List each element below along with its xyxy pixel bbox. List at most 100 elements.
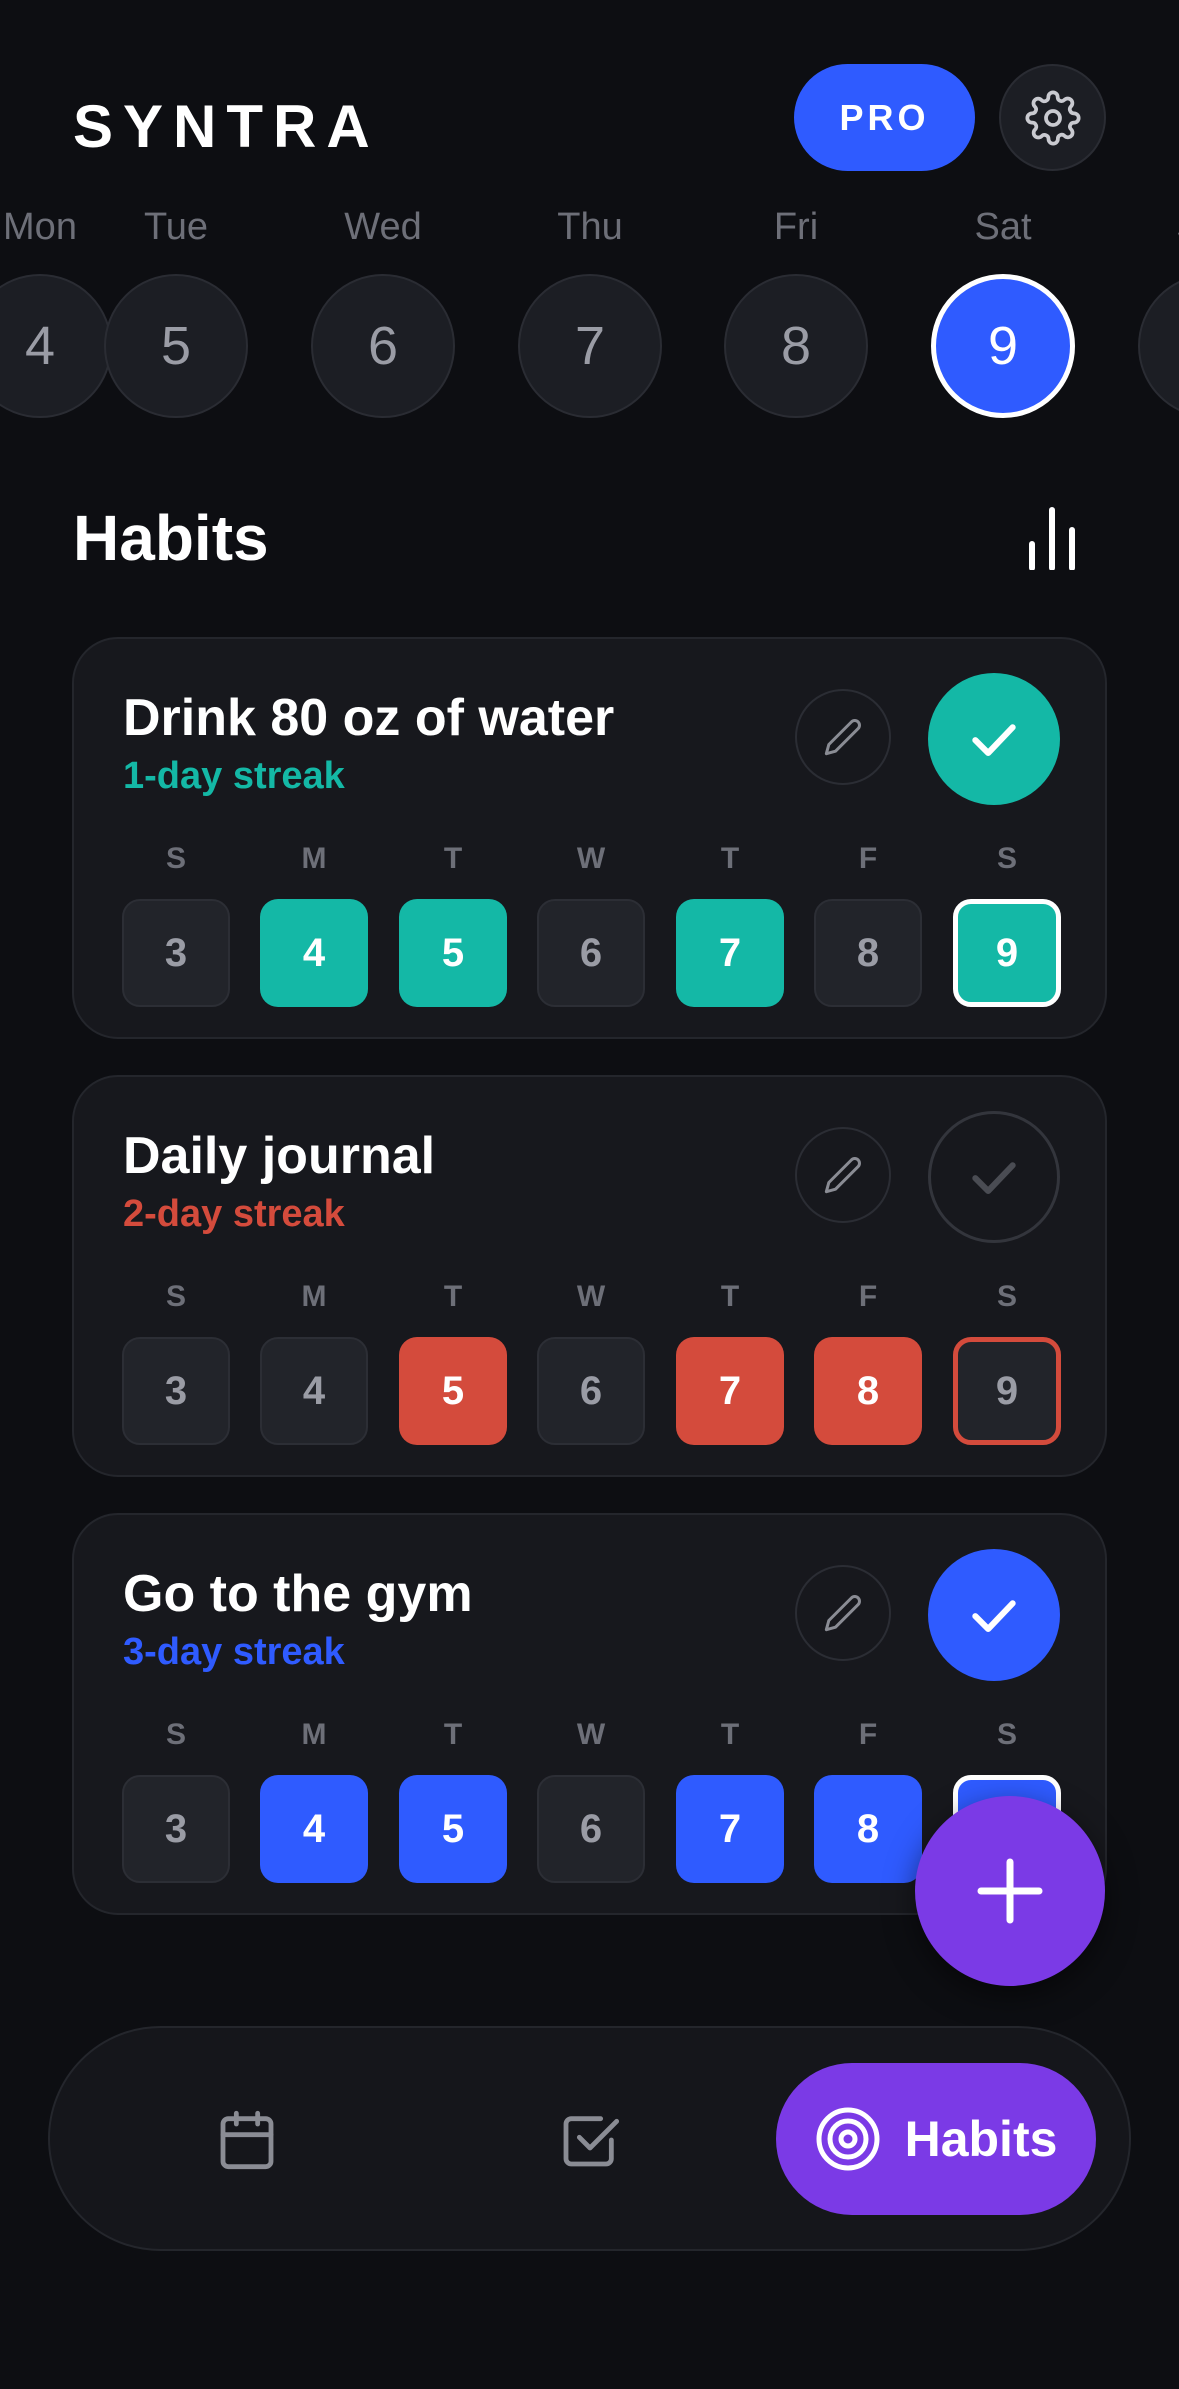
add-habit-button[interactable] [915, 1796, 1105, 1986]
week-day-box[interactable]: 4 [260, 1775, 368, 1883]
day-name: Mon [3, 206, 77, 248]
week-day-letter: M [301, 842, 327, 875]
calendar-icon [220, 2110, 274, 2170]
week-day[interactable]: S3 [122, 1277, 230, 1445]
week-day-letter: S [996, 1280, 1017, 1313]
week-day[interactable]: F8 [814, 839, 922, 1007]
week-day[interactable]: M4 [260, 1277, 368, 1445]
app-root: SYNTRA PRO Mon 4 Tue 5 Wed 6 Thu 7 Fri 8 [0, 0, 1179, 2389]
week-day-box[interactable]: 6 [537, 899, 645, 1007]
day-name: Sat [974, 206, 1032, 248]
week-day-box-today[interactable]: 9 [953, 899, 1061, 1007]
week-day-box[interactable]: 4 [260, 899, 368, 1007]
week-day-box[interactable]: 7 [676, 899, 784, 1007]
week-day[interactable]: W6 [537, 839, 645, 1007]
habit-streak: 2-day streak [123, 1193, 345, 1235]
nav-tasks[interactable] [558, 2108, 622, 2172]
week-day-box[interactable]: 3 [122, 1775, 230, 1883]
week-day[interactable]: M4 [260, 839, 368, 1007]
week-day-letter: S [996, 1718, 1017, 1751]
day-number: 7 [518, 274, 662, 418]
day-name: Fri [773, 206, 819, 248]
week-day-letter: S [165, 842, 186, 875]
week-day-letter: F [858, 1280, 878, 1313]
pencil-icon [824, 719, 861, 756]
week-day-box[interactable]: 5 [399, 1775, 507, 1883]
week-day-letter: W [576, 1280, 606, 1313]
habit-card[interactable]: Daily journal 2-day streak S 3 M 4 T 5 W 6 T 7 F 8 S 9 [72, 1075, 1107, 1477]
edit-habit-button[interactable] [795, 1565, 891, 1661]
app-logo: SYNTRA [73, 93, 380, 160]
week-day[interactable]: W6 [537, 1277, 645, 1445]
edit-habit-button[interactable] [795, 1127, 891, 1223]
week-day[interactable]: T7 [676, 1277, 784, 1445]
week-day-box[interactable]: 6 [537, 1337, 645, 1445]
complete-habit-button[interactable] [928, 1111, 1060, 1243]
day-wed[interactable]: Wed 6 [310, 200, 456, 418]
week-day[interactable]: F8 [814, 1277, 922, 1445]
week-day-box[interactable]: 7 [676, 1775, 784, 1883]
week-day-letter: S [165, 1280, 186, 1313]
settings-button[interactable] [999, 64, 1106, 171]
week-day-box[interactable]: 8 [814, 899, 922, 1007]
week-day[interactable]: S9 [953, 1277, 1061, 1445]
week-day[interactable]: T7 [676, 1715, 784, 1883]
checkbox-icon [563, 2116, 620, 2167]
week-day-box[interactable]: 5 [399, 899, 507, 1007]
week-day-box[interactable]: 7 [676, 1337, 784, 1445]
week-day-letter: W [576, 1718, 606, 1751]
nav-habits-label: Habits [904, 2111, 1058, 2167]
day-mon[interactable]: Mon 4 [0, 200, 113, 418]
day-sun[interactable]: Sun 10 [1137, 200, 1179, 418]
habit-card[interactable]: Drink 80 oz of water 1-day streak S 3 M 4 T 5 W 6… [72, 637, 1107, 1039]
week-day-box[interactable]: 3 [122, 1337, 230, 1445]
week-day[interactable]: M4 [260, 1715, 368, 1883]
day-number: 10 [1138, 274, 1179, 418]
complete-habit-button[interactable] [928, 1549, 1060, 1681]
week-row: S3M4T5W6T7F8S9 [122, 839, 1062, 1009]
habit-streak: 3-day streak [123, 1631, 345, 1673]
habit-title: Daily journal [123, 1127, 436, 1185]
week-day[interactable]: S3 [122, 839, 230, 1007]
week-day-box[interactable]: 3 [122, 899, 230, 1007]
week-day-letter: W [576, 842, 606, 875]
day-tue[interactable]: Tue 5 [103, 200, 249, 418]
day-number: 8 [724, 274, 868, 418]
week-day-box[interactable]: 8 [814, 1775, 922, 1883]
pro-button[interactable]: PRO [794, 64, 975, 171]
week-day[interactable]: T5 [399, 839, 507, 1007]
day-thu[interactable]: Thu 7 [517, 200, 663, 418]
day-fri[interactable]: Fri 8 [723, 200, 869, 418]
stats-button[interactable] [1022, 506, 1082, 571]
day-number: 5 [104, 274, 248, 418]
checkmark-icon [972, 1600, 1016, 1633]
week-day[interactable]: W6 [537, 1715, 645, 1883]
week-day[interactable]: T5 [399, 1277, 507, 1445]
day-strip[interactable]: Mon 4 Tue 5 Wed 6 Thu 7 Fri 8 Sat 9 Sun … [0, 200, 1179, 430]
week-day[interactable]: S3 [122, 1715, 230, 1883]
week-day[interactable]: T5 [399, 1715, 507, 1883]
complete-habit-button[interactable] [928, 673, 1060, 805]
week-day-box[interactable]: 6 [537, 1775, 645, 1883]
week-day-letter: F [858, 842, 878, 875]
week-day-box[interactable]: 5 [399, 1337, 507, 1445]
week-day[interactable]: T7 [676, 839, 784, 1007]
week-day-box[interactable]: 8 [814, 1337, 922, 1445]
week-day-letter: T [443, 1280, 463, 1313]
week-day-box[interactable]: 4 [260, 1337, 368, 1445]
edit-habit-button[interactable] [795, 689, 891, 785]
nav-calendar[interactable] [215, 2108, 279, 2172]
week-day-letter: S [996, 842, 1017, 875]
nav-habits[interactable]: Habits [776, 2063, 1096, 2215]
day-sat[interactable]: Sat 9 [930, 200, 1076, 418]
week-day[interactable]: F8 [814, 1715, 922, 1883]
checkmark-icon [972, 1162, 1016, 1195]
week-day-letter: F [858, 1718, 878, 1751]
week-day-letter: T [443, 1718, 463, 1751]
week-day[interactable]: S9 [953, 839, 1061, 1007]
week-day-letter: T [443, 842, 463, 875]
pencil-icon [824, 1157, 861, 1194]
target-icon [816, 2107, 880, 2171]
week-day-box-today[interactable]: 9 [953, 1337, 1061, 1445]
week-day-letter: S [165, 1718, 186, 1751]
